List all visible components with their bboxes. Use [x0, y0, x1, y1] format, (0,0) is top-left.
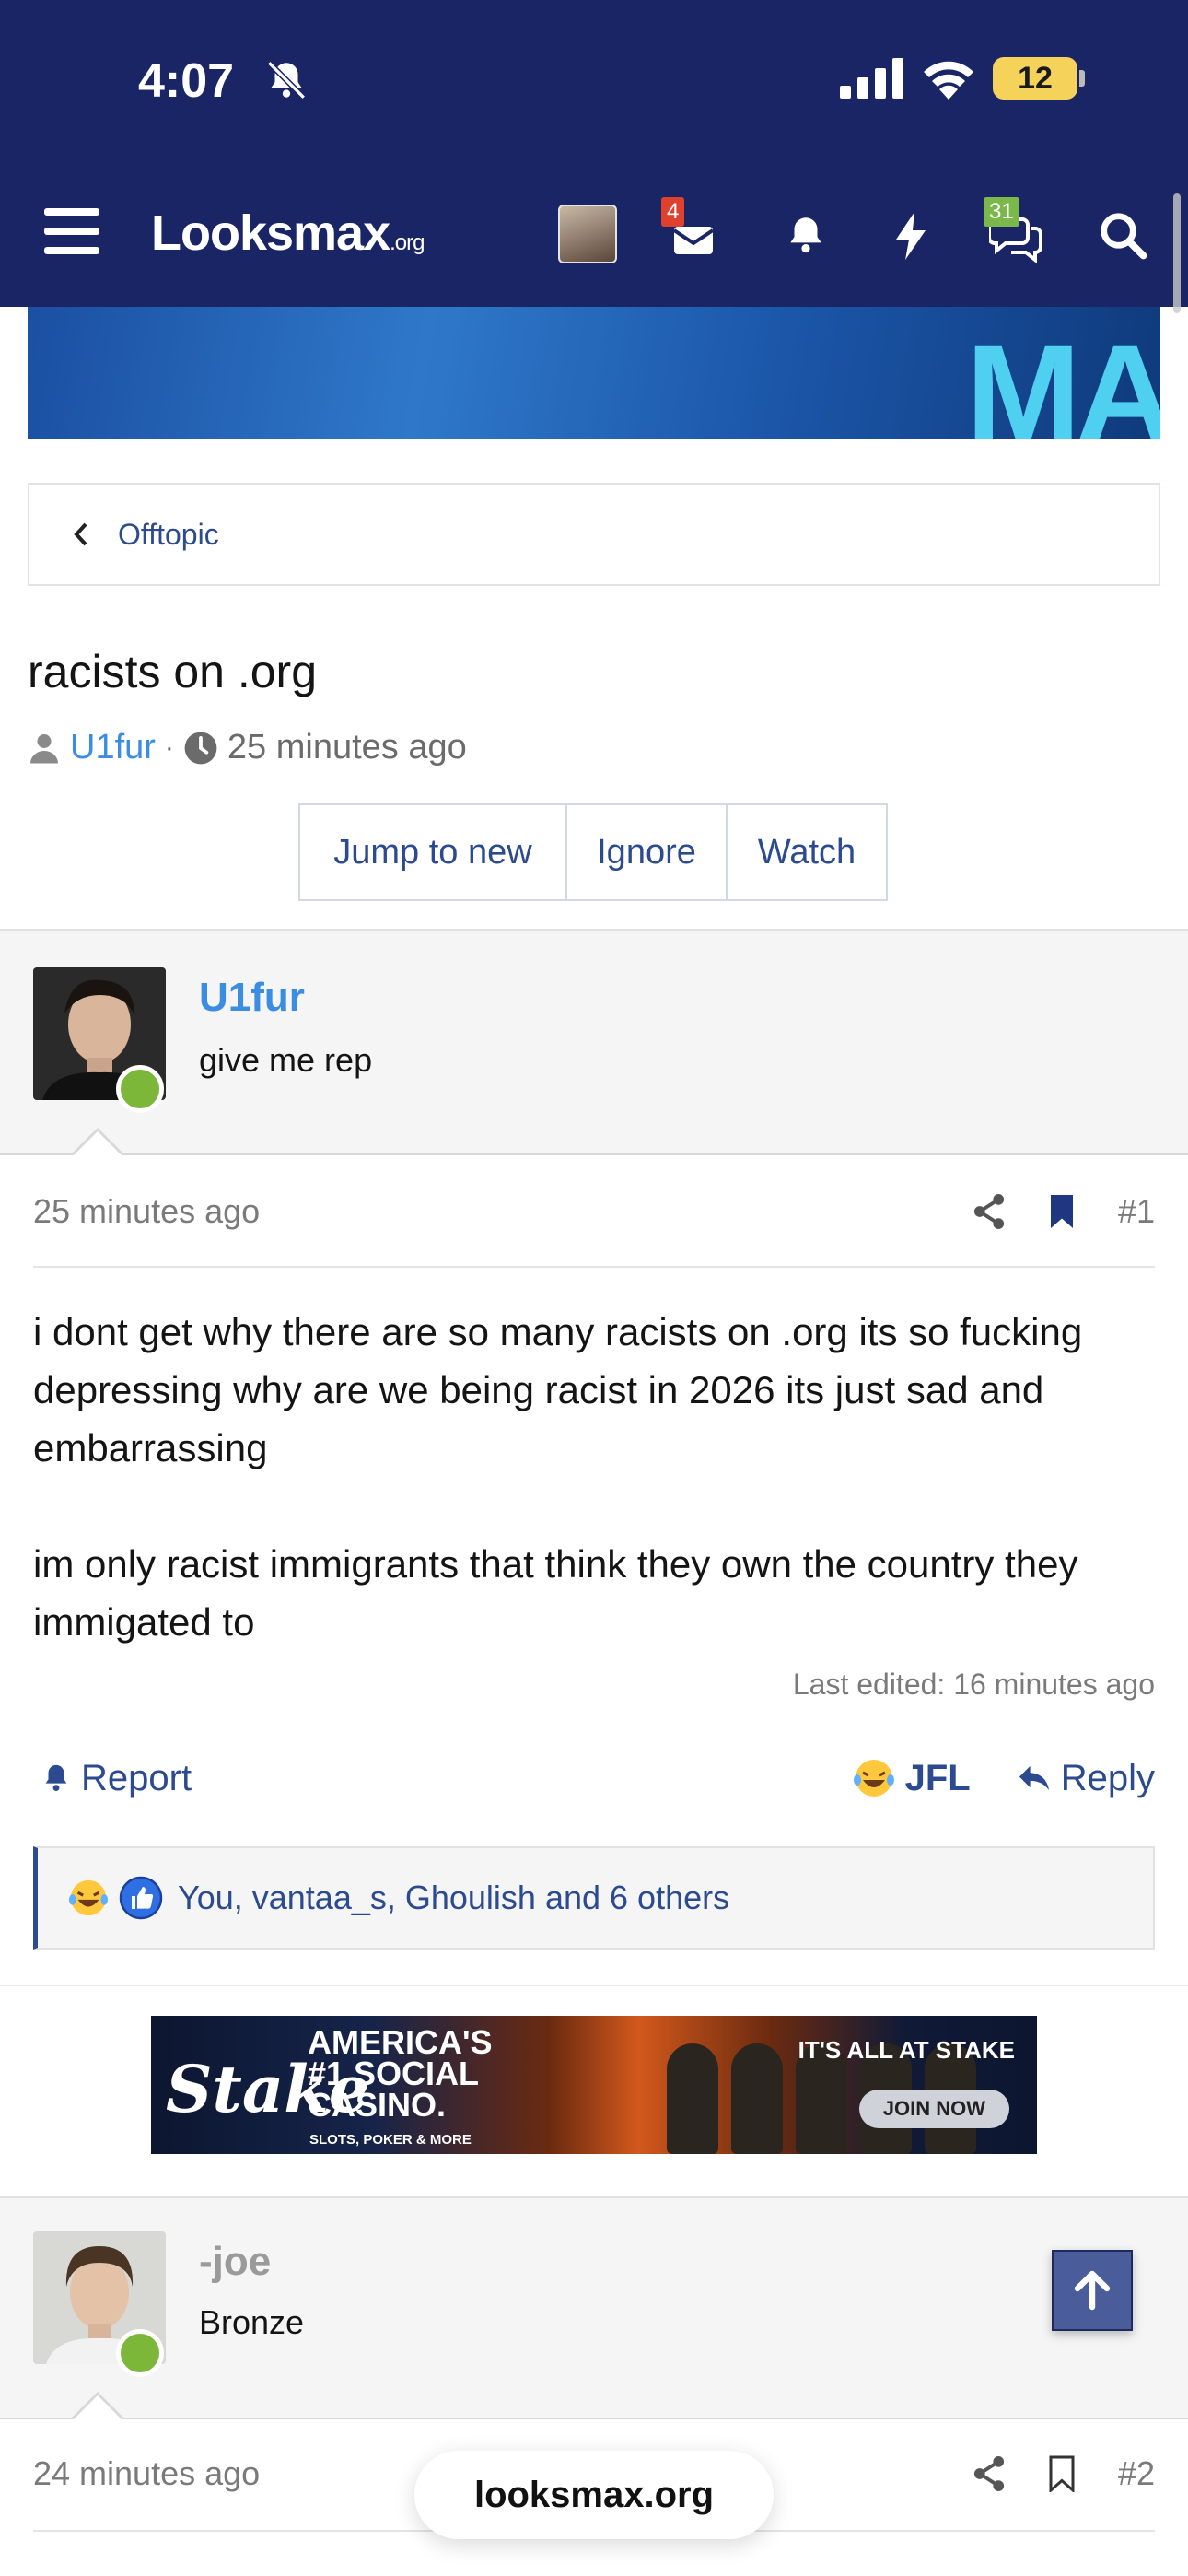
ad-headline: AMERICA'S #1 SOCIAL CASINO.: [308, 2023, 493, 2124]
bell-icon[interactable]: [779, 206, 834, 262]
ad-section: Stake AMERICA'S #1 SOCIAL CASINO. SLOTS,…: [0, 1985, 1188, 2196]
battery-level: 12: [1018, 60, 1053, 96]
thread-meta: U1fur · 25 minutes ago: [28, 728, 467, 767]
thread-title: racists on .org: [28, 646, 318, 697]
bookmark-icon[interactable]: [1048, 2455, 1076, 2492]
search-icon[interactable]: [1096, 206, 1151, 262]
ignore-button[interactable]: Ignore: [565, 803, 728, 901]
post-pointer-inner: [72, 1131, 123, 1157]
post-username[interactable]: U1fur: [199, 975, 305, 1021]
breadcrumb-label[interactable]: Offtopic: [118, 518, 219, 552]
status-time: 4:07: [138, 54, 235, 108]
signal-icon: [840, 58, 903, 99]
wifi-icon: [924, 61, 973, 100]
ad-join-button[interactable]: JOIN NOW: [858, 2090, 1009, 2128]
report-button[interactable]: Report: [41, 1758, 192, 1799]
logo-suffix: .org: [390, 230, 425, 255]
share-icon[interactable]: [973, 2456, 1006, 2491]
user-avatar[interactable]: [558, 205, 617, 263]
post-time[interactable]: 24 minutes ago: [33, 2454, 260, 2493]
divider: [33, 1266, 1155, 1268]
reactions-bar[interactable]: You, vantaa_s, Ghoulish and 6 others: [33, 1846, 1155, 1950]
post-number[interactable]: #1: [1118, 1192, 1155, 1231]
react-button[interactable]: JFL: [852, 1756, 971, 1800]
post-paragraph: im only racist immigrants that think the…: [33, 1542, 1078, 1644]
post-body: i dont get why there are so many racists…: [33, 1303, 1155, 1709]
reactions-text[interactable]: You, vantaa_s, Ghoulish and 6 others: [178, 1879, 729, 1917]
post-paragraph: i dont get why there are so many racists…: [33, 1310, 1083, 1469]
chat-icon[interactable]: 31: [984, 197, 1042, 263]
post-time[interactable]: 25 minutes ago: [33, 1192, 260, 1231]
post-user-panel: U1fur give me rep: [0, 929, 1188, 1157]
post-number[interactable]: #2: [1118, 2454, 1155, 2493]
site-logo[interactable]: Looksmax.org: [151, 205, 425, 262]
last-edited[interactable]: Last edited: 16 minutes ago: [793, 1668, 1155, 1702]
user-title: Bronze: [199, 2303, 305, 2341]
report-bell-icon: [45, 1764, 67, 1792]
user-title: give me rep: [199, 1041, 373, 1079]
scroll-to-top-button[interactable]: [1052, 2250, 1133, 2331]
post-pointer-inner: [72, 2395, 123, 2421]
post-user-panel: -joe Bronze: [0, 2196, 1188, 2421]
bolt-icon[interactable]: [886, 206, 941, 262]
inbox-icon[interactable]: 4: [661, 197, 722, 262]
laugh-cry-emoji-icon: [853, 1760, 894, 1797]
ad-headline-line: AMERICA'S: [308, 2023, 493, 2061]
conversations-badge: 31: [984, 197, 1019, 227]
react-label: JFL: [904, 1757, 971, 1798]
meta-separator: ·: [164, 732, 174, 763]
battery-icon: 12: [993, 57, 1085, 100]
post-username[interactable]: -joe: [199, 2239, 271, 2285]
online-indicator: [116, 2329, 164, 2377]
thumbs-up-icon: [119, 1876, 163, 1920]
online-indicator: [116, 1065, 164, 1113]
ad-subline: SLOTS, POKER & MORE: [309, 2132, 472, 2148]
share-icon[interactable]: [973, 1194, 1006, 1229]
laugh-cry-emoji-icon: [68, 1879, 109, 1916]
banner-text: MA: [965, 316, 1160, 439]
reply-label: Reply: [1060, 1757, 1155, 1798]
stake-ad[interactable]: Stake AMERICA'S #1 SOCIAL CASINO. SLOTS,…: [151, 2016, 1037, 2154]
thread-actions: Jump to new Ignore Watch: [298, 803, 888, 901]
bookmark-icon[interactable]: [1048, 1193, 1076, 1230]
user-icon: [30, 733, 58, 763]
browser-url-bar[interactable]: looksmax.org: [414, 2451, 774, 2539]
breadcrumb[interactable]: Offtopic: [28, 483, 1160, 586]
arrow-up-icon: [1074, 2270, 1111, 2311]
logo-text: Looksmax: [151, 205, 390, 261]
watch-button[interactable]: Watch: [726, 803, 888, 901]
jump-to-new-button[interactable]: Jump to new: [298, 803, 567, 901]
clock-icon: [184, 732, 217, 764]
site-banner[interactable]: MA: [28, 307, 1160, 439]
reply-icon: [1019, 1765, 1049, 1791]
top-header: 4:07 12 Looksmax.org 4 31: [0, 0, 1188, 307]
muted-bell-icon: [263, 57, 309, 108]
reply-button[interactable]: Reply: [1017, 1758, 1155, 1799]
page-scrollbar[interactable]: [1173, 193, 1181, 313]
ad-tagline: IT'S ALL AT STAKE: [798, 2036, 1015, 2064]
status-right: 12: [840, 57, 1085, 100]
ad-headline-line: CASINO.: [308, 2086, 447, 2124]
ad-headline-line: #1 SOCIAL: [308, 2055, 480, 2092]
chevron-left-icon: [74, 522, 87, 546]
post-meta: 25 minutes ago #1: [33, 1188, 1155, 1235]
hamburger-icon[interactable]: [44, 208, 99, 254]
thread-time[interactable]: 25 minutes ago: [227, 728, 467, 767]
report-label: Report: [81, 1757, 192, 1798]
thread-author[interactable]: U1fur: [70, 728, 156, 767]
inbox-badge: 4: [661, 197, 685, 227]
post-footer: Report JFL Reply: [41, 1752, 1155, 1804]
